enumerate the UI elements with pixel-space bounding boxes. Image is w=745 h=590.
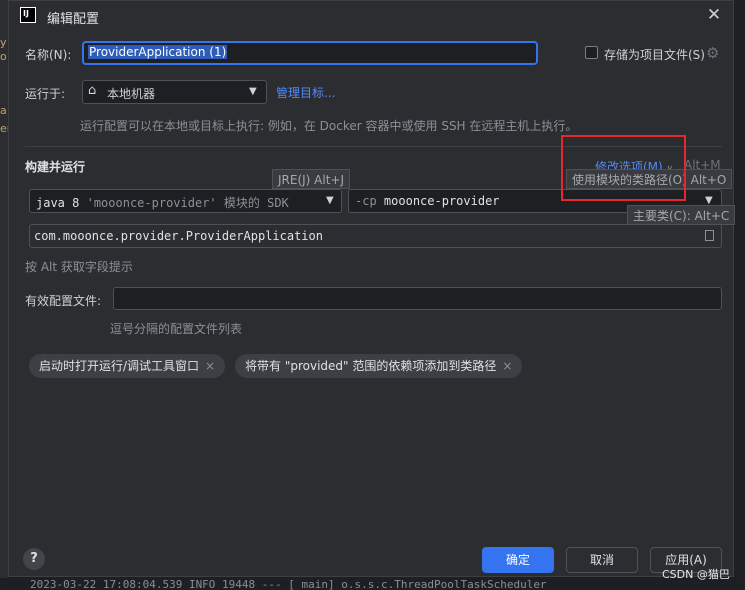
store-as-project-file-checkbox[interactable] [585,46,598,59]
home-icon: ⌂ [88,83,97,98]
store-as-project-file-label[interactable]: 存储为项目文件(S) [604,46,705,63]
ok-button[interactable]: 确定 [482,547,554,573]
active-profiles-input[interactable] [113,287,722,310]
ide-console-log-line: 2023-03-22 17:08:04.539 INFO 19448 --- [… [0,578,745,590]
chevron-down-icon: ▼ [326,195,334,206]
run-on-label: 运行于: [25,87,66,101]
ide-left-text: a [0,104,7,117]
run-target-value: 本地机器 [107,87,156,101]
build-and-run-section-title: 构建并运行 [25,160,86,174]
name-field[interactable]: ProviderApplication (1) [82,41,538,65]
classpath-value: -cp mooonce-provider [355,194,500,208]
chevron-down-icon: ▼ [249,86,257,97]
main-class-value: com.mooonce.provider.ProviderApplication [34,229,323,243]
jre-shortcut-tooltip: JRE(J) Alt+J [272,169,351,189]
name-label: 名称(N): [25,48,72,62]
cancel-button[interactable]: 取消 [566,547,638,573]
jre-combo[interactable]: java 8 'mooonce-provider' 模块的 SDK ▼ [29,189,342,213]
browse-class-icon[interactable] [705,230,714,241]
remove-tag-icon[interactable]: × [205,359,215,373]
ide-right-edge [734,480,745,580]
run-on-hint: 运行配置可以在本地或目标上执行: 例如，在 Docker 容器中或使用 SSH … [80,119,578,133]
manage-targets-link[interactable]: 管理目标... [276,84,335,101]
gear-icon[interactable]: ⚙ [706,44,719,62]
ide-left-gutter [0,0,8,590]
alt-field-hint: 按 Alt 获取字段提示 [25,260,133,274]
active-profiles-hint: 逗号分隔的配置文件列表 [110,322,243,336]
dialog-title: 编辑配置 [47,12,100,27]
main-class-shortcut-tooltip: 主要类(C): Alt+C [627,205,736,225]
active-profiles-label: 有效配置文件: [25,294,102,308]
highlight-annotation-box [561,135,686,201]
name-value: ProviderApplication (1) [88,45,228,59]
run-target-combo[interactable]: ⌂ 本地机器 ▼ [82,80,267,104]
option-tag-provided-scope[interactable]: 将带有 "provided" 范围的依赖项添加到类路径 × [235,354,523,378]
remove-tag-icon[interactable]: × [502,359,512,373]
close-icon[interactable]: ✕ [704,4,724,26]
intellij-logo-icon: IJ [20,7,36,23]
ide-left-text: y [0,36,7,49]
main-class-field[interactable]: com.mooonce.provider.ProviderApplication [29,224,722,248]
option-tag-open-run-window[interactable]: 启动时打开运行/调试工具窗口 × [29,354,226,378]
watermark: CSDN @猫巴 [662,568,730,581]
ide-left-text: o [0,50,7,63]
jre-value: java 8 'mooonce-provider' 模块的 SDK [36,196,289,210]
help-button[interactable]: ? [23,548,45,570]
